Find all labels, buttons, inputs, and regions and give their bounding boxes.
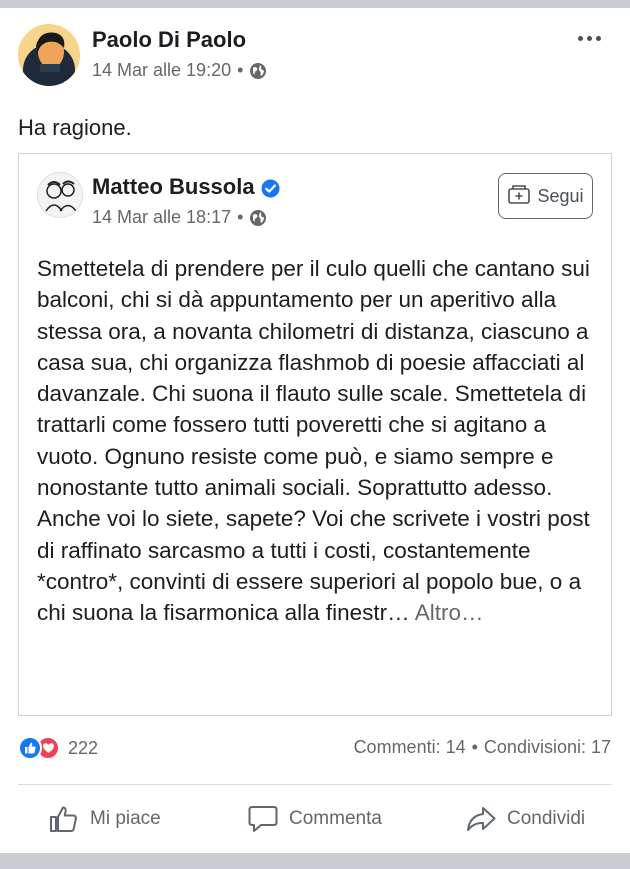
top-feed-separator [0,0,630,8]
shared-author-avatar[interactable] [37,172,83,218]
post-meta: 14 Mar alle 19:20 • [92,60,267,81]
comments-count[interactable]: Commenti: 14 [354,737,466,758]
globe-icon [249,62,267,80]
shared-author-name[interactable]: Matteo Bussola [92,174,280,200]
see-more-link[interactable]: Altro… [415,600,484,625]
post-timestamp[interactable]: 14 Mar alle 19:20 [92,60,231,81]
actions-divider [18,784,612,785]
follow-label: Segui [537,185,584,206]
share-label: Condividi [507,808,586,829]
follow-page-icon [507,183,531,210]
like-label: Mi piace [90,808,161,829]
comment-label: Commenta [289,808,382,829]
shares-count[interactable]: Condivisioni: 17 [484,737,611,758]
engagement-counts: Commenti: 14 • Condivisioni: 17 [354,737,611,758]
reactions-summary[interactable]: 222 [18,736,98,760]
shared-post-card[interactable]: Matteo Bussola 14 Mar alle 18:17 • Segui… [18,153,612,716]
reactions-count: 222 [68,737,99,758]
follow-button[interactable]: Segui [498,173,593,219]
bottom-feed-separator [0,853,630,869]
verified-badge-icon [261,178,280,197]
thumbs-up-icon [48,804,80,834]
share-arrow-icon [465,804,497,834]
comment-bubble-icon [247,804,279,834]
shared-post-meta: 14 Mar alle 18:17 • [92,207,267,228]
comment-button[interactable]: Commenta [247,797,382,841]
shared-meta-separator: • [237,207,244,227]
like-reaction-icon [18,736,42,760]
post-text: Ha ragione. [18,115,132,140]
shared-body-text: Smettetela di prendere per il culo quell… [37,256,590,626]
counts-separator: • [471,737,478,757]
share-button[interactable]: Condividi [465,797,585,841]
more-options-icon[interactable] [574,28,604,48]
meta-separator: • [237,60,244,80]
post-actions-bar: Mi piace Commenta Condividi [0,797,630,841]
shared-timestamp[interactable]: 14 Mar alle 18:17 [92,207,231,228]
author-name[interactable]: Paolo Di Paolo [92,27,246,53]
like-button[interactable]: Mi piace [48,797,161,841]
shared-author-label[interactable]: Matteo Bussola [92,174,255,200]
shared-post-body: Smettetela di prendere per il culo quell… [37,253,603,629]
globe-icon [249,209,267,227]
author-avatar[interactable] [18,24,80,86]
